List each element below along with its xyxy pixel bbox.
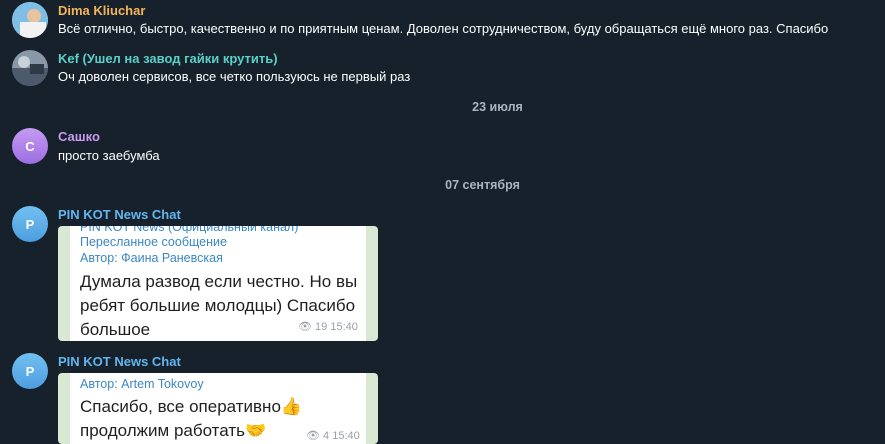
time-label: 15:40 xyxy=(332,430,360,442)
photo-body-line: продолжим работать🤝 xyxy=(80,421,267,440)
message-text: Оч доволен сервисов, все четко пользуюсь… xyxy=(58,69,411,84)
author-label: Автор: Фаина Раневская xyxy=(80,251,223,265)
date-separator: 07 сентября xyxy=(445,178,520,192)
avatar-sashko[interactable]: С xyxy=(12,128,48,164)
photo-body-line: большое xyxy=(80,320,151,339)
sender-name[interactable]: PIN KOT News Chat xyxy=(58,207,181,222)
photo-meta: 👁 4 15:40 xyxy=(306,429,360,442)
message-text: просто заебумба xyxy=(58,148,160,163)
channel-name-cut: PIN KOT News (Официальный канал) xyxy=(80,226,299,234)
photo-body-line: Спасибо, все оперативно👍 xyxy=(80,397,303,416)
avatar-dima[interactable] xyxy=(12,2,48,38)
photo-attachment[interactable]: PIN KOT News (Официальный канал) Пересла… xyxy=(58,226,378,341)
photo-attachment[interactable]: Автор: Artem Tokovoy Спасибо, все операт… xyxy=(58,373,378,444)
eye-icon: 👁 xyxy=(306,430,320,442)
avatar-kef[interactable] xyxy=(12,50,48,86)
date-separator: 23 июля xyxy=(472,100,523,114)
avatar-pinkot[interactable]: P xyxy=(12,353,48,389)
photo-meta: 👁 19 15:40 xyxy=(298,320,358,333)
sender-name[interactable]: PIN KOT News Chat xyxy=(58,354,181,369)
sender-name[interactable]: Dima Kliuchar xyxy=(58,3,145,18)
eye-icon: 👁 xyxy=(298,321,312,333)
message-text: Всё отлично, быстро, качественно и по пр… xyxy=(58,21,829,36)
avatar-pinkot[interactable]: P xyxy=(12,206,48,242)
user-photo-icon xyxy=(12,50,48,86)
sender-name[interactable]: Kef (Ушел на завод гайки крутить) xyxy=(58,51,278,66)
user-photo-icon xyxy=(12,2,48,38)
sender-name[interactable]: Сашко xyxy=(58,129,100,144)
views-count: 19 xyxy=(315,321,328,333)
photo-body-line: ребят большие молодцы) Спасибо xyxy=(80,296,356,315)
views-count: 4 xyxy=(323,430,330,442)
time-label: 15:40 xyxy=(330,321,358,333)
author-label: Автор: Artem Tokovoy xyxy=(80,377,204,391)
photo-body-line: Думала развод если честно. Но вы xyxy=(80,272,358,291)
forwarded-label: Пересланное сообщение xyxy=(80,235,227,249)
